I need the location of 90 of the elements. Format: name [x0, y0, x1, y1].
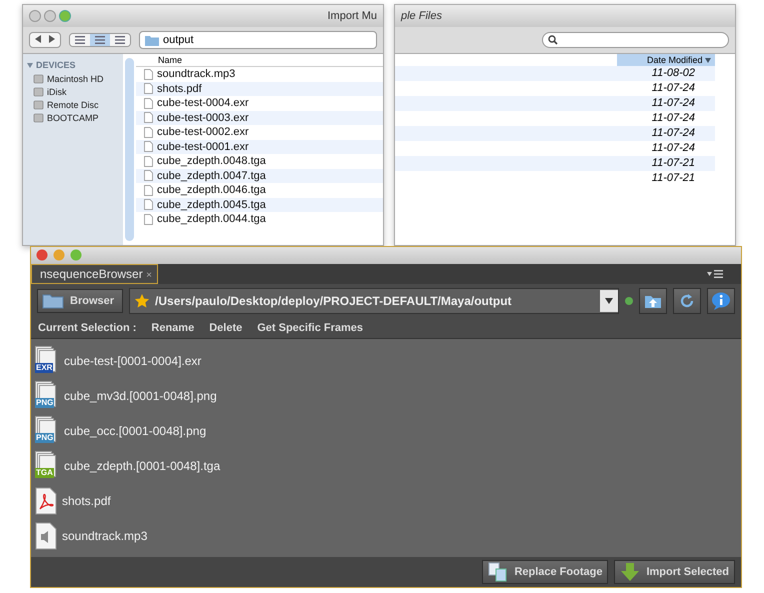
info-button[interactable]	[707, 288, 735, 314]
drive-icon	[33, 112, 44, 123]
replace-icon	[488, 562, 508, 582]
file-icon	[144, 214, 153, 225]
file-row[interactable]: cube_zdepth.0047.tga	[136, 168, 383, 183]
path-field[interactable]: /Users/paulo/Desktop/deploy/PROJECT-DEFAULT/Maya/output	[129, 288, 619, 314]
sort-arrow-icon	[705, 58, 711, 63]
file-row[interactable]: shots.pdf	[136, 82, 383, 96]
view-mode-button[interactable]	[110, 34, 130, 46]
table-cell-text: 11-07-24	[650, 111, 696, 126]
file-item[interactable]: soundtrack.mp3	[35, 518, 737, 554]
location-popup[interactable]: output	[139, 31, 377, 49]
table-cell: 11-07-21	[395, 156, 715, 171]
status-dot-icon	[625, 296, 633, 305]
table-cell-text: 11-07-24	[650, 141, 696, 156]
back-forward-button[interactable]	[29, 32, 61, 48]
file-icon	[144, 184, 153, 196]
file-icon	[144, 170, 153, 182]
file-row[interactable]: soundtrack.mp3	[136, 67, 383, 82]
selection-label: Current Selection :	[38, 322, 136, 334]
file-item[interactable]: TGA cube_zdepth.[0001-0048].tga	[35, 448, 737, 484]
upload-button[interactable]	[639, 288, 667, 314]
file-icon	[144, 141, 153, 152]
file-icon	[144, 156, 153, 167]
footer-button[interactable]: Replace Footage	[482, 560, 608, 584]
drive-icon	[33, 99, 44, 110]
dropdown-button[interactable]	[600, 290, 618, 312]
folder-icon	[145, 34, 159, 46]
file-item[interactable]: EXR cube-test-[0001-0004].exr	[35, 343, 737, 378]
file-icon	[144, 126, 153, 138]
panel-tab[interactable]: nsequenceBrowser ×	[31, 264, 158, 284]
file-row[interactable]: cube-test-0003.exr	[136, 110, 383, 125]
file-item[interactable]: shots.pdf	[35, 483, 737, 518]
window-buttons-icon[interactable]	[36, 249, 84, 262]
table-cell-text: 11-07-21	[650, 171, 696, 186]
table-cell: 11-07-24	[395, 96, 715, 111]
audio-file-icon	[35, 522, 57, 550]
view-mode-icon	[75, 36, 85, 44]
sidebar-item[interactable]: Macintosh HD	[33, 73, 119, 84]
drive-icon	[33, 86, 44, 97]
column-header[interactable]: Date Modified	[617, 54, 715, 66]
view-segmented-control[interactable]	[69, 33, 131, 47]
sidebar-heading: DEVICES	[36, 60, 76, 70]
action-link[interactable]: Rename	[151, 322, 194, 334]
file-icon	[144, 98, 153, 109]
footer-button[interactable]: Import Selected	[614, 560, 735, 584]
file-row[interactable]: cube_zdepth.0046.tga	[136, 183, 383, 198]
file-icon	[144, 83, 153, 94]
sidebar-item[interactable]: Remote Disc	[33, 99, 119, 110]
scrollbar[interactable]	[125, 58, 134, 241]
view-mode-icon	[95, 36, 105, 44]
table-cell: 11-08-02	[395, 66, 715, 81]
window-title: Import Mu	[327, 10, 377, 22]
file-icon	[144, 68, 153, 80]
window-title: ple Files	[401, 10, 442, 22]
view-mode-icon	[115, 36, 125, 44]
star-icon[interactable]	[134, 292, 150, 309]
file-row[interactable]: cube-test-0002.exr	[136, 125, 383, 140]
file-row[interactable]: cube_zdepth.0045.tga	[136, 198, 383, 212]
file-row[interactable]: cube-test-0004.exr	[136, 96, 383, 110]
file-icon	[144, 112, 153, 124]
file-item[interactable]: PNG cube_mv3d.[0001-0048].png	[35, 378, 737, 414]
info-icon	[711, 292, 731, 310]
file-row[interactable]: cube-test-0001.exr	[136, 140, 383, 154]
action-link[interactable]: Get Specific Frames	[257, 322, 364, 334]
refresh-button[interactable]	[673, 288, 701, 314]
folder-icon	[42, 292, 64, 309]
drive-icon	[33, 73, 44, 84]
file-row[interactable]: cube_zdepth.0044.tga	[136, 212, 383, 226]
caret-icon	[605, 298, 613, 304]
action-link[interactable]: Delete	[209, 322, 242, 334]
sidebar-item[interactable]: BOOTCAMP	[33, 112, 119, 123]
refresh-icon	[679, 292, 695, 309]
table-cell-text: 11-07-24	[650, 81, 696, 96]
pdf-icon	[35, 486, 57, 515]
search-field[interactable]	[542, 32, 729, 48]
download-arrow-icon	[620, 562, 640, 582]
sidebar-item[interactable]: iDisk	[33, 86, 119, 97]
disclosure-triangle-icon[interactable]	[27, 62, 33, 68]
file-row[interactable]: cube_zdepth.0048.tga	[136, 154, 383, 168]
column-header[interactable]: Name	[136, 54, 383, 67]
back-forward-icon	[35, 35, 55, 43]
file-icon	[144, 199, 153, 210]
table-cell: 11-07-24	[395, 126, 715, 141]
browser-button[interactable]: Browser	[37, 288, 124, 313]
search-icon	[548, 35, 558, 45]
file-item[interactable]: PNG cube_occ.[0001-0048].png	[35, 413, 737, 448]
view-mode-button[interactable]	[70, 34, 90, 46]
close-button[interactable]: ×	[146, 270, 152, 281]
view-mode-button[interactable]	[90, 34, 110, 46]
